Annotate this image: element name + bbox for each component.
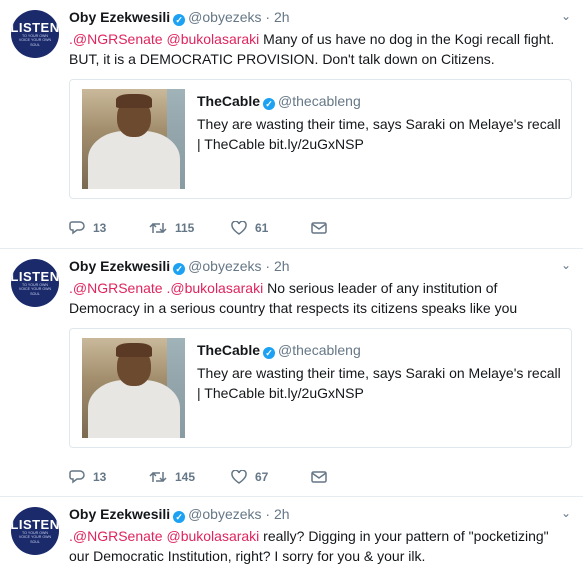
avatar-logo-text: LISTEN: [11, 268, 59, 284]
mention-link[interactable]: @bukolasaraki: [166, 31, 259, 47]
like-count: 67: [255, 470, 269, 484]
reply-count: 13: [93, 221, 107, 235]
author-name[interactable]: Oby Ezekwesili: [69, 258, 170, 274]
mention-link[interactable]: @bukolasaraki: [166, 528, 259, 544]
tweet-text: .@NGRSenate .@bukolasaraki No serious le…: [69, 278, 569, 318]
tweet-time[interactable]: · 2h: [265, 506, 289, 522]
verified-icon: ✓: [173, 511, 186, 523]
tweet-header: Oby Ezekwesili ✓ @obyezeks · 2h: [69, 8, 290, 26]
retweet-button[interactable]: 115: [149, 221, 231, 235]
card-thumbnail: [82, 89, 185, 189]
reply-icon: [69, 221, 85, 235]
like-button[interactable]: 61: [231, 221, 311, 235]
avatar-sub-text: TO YOUR OWN VOICE YOUR OWN SOUL: [18, 33, 52, 47]
verified-icon: ✓: [173, 263, 186, 275]
like-count: 61: [255, 221, 269, 235]
author-name[interactable]: Oby Ezekwesili: [69, 9, 170, 25]
envelope-icon: [311, 222, 327, 234]
dm-button[interactable]: [311, 470, 327, 484]
envelope-icon: [311, 471, 327, 483]
author-handle[interactable]: @obyezeks: [188, 506, 261, 522]
author-name[interactable]: Oby Ezekwesili: [69, 506, 170, 522]
tweet-actions: 13 145 67: [69, 468, 327, 486]
tweet[interactable]: LISTEN TO YOUR OWN VOICE YOUR OWN SOUL O…: [0, 249, 583, 497]
avatar[interactable]: LISTEN TO YOUR OWN VOICE YOUR OWN SOUL: [11, 10, 59, 58]
reply-button[interactable]: 13: [69, 470, 149, 484]
verified-icon: ✓: [173, 14, 186, 26]
mention-link[interactable]: .@bukolasaraki: [166, 280, 263, 296]
tweet-text: .@NGRSenate @bukolasaraki Many of us hav…: [69, 29, 569, 69]
reply-icon: [69, 470, 85, 484]
avatar[interactable]: LISTEN TO YOUR OWN VOICE YOUR OWN SOUL: [11, 259, 59, 307]
retweet-count: 145: [175, 470, 196, 484]
retweet-icon: [149, 471, 167, 483]
like-button[interactable]: 67: [231, 470, 311, 484]
author-handle[interactable]: @obyezeks: [188, 258, 261, 274]
tweet-time[interactable]: · 2h: [265, 258, 289, 274]
verified-icon: ✓: [263, 347, 276, 359]
tweet-header: Oby Ezekwesili ✓ @obyezeks · 2h: [69, 257, 290, 275]
tweet[interactable]: LISTEN TO YOUR OWN VOICE YOUR OWN SOUL O…: [0, 497, 583, 566]
chevron-down-icon[interactable]: ⌄: [561, 506, 571, 520]
heart-icon: [231, 221, 247, 235]
avatar[interactable]: LISTEN TO YOUR OWN VOICE YOUR OWN SOUL: [11, 507, 59, 555]
author-handle[interactable]: @obyezeks: [188, 9, 261, 25]
card-text: They are wasting their time, says Saraki…: [197, 116, 561, 152]
card-text: They are wasting their time, says Saraki…: [197, 365, 561, 401]
avatar-sub-text: TO YOUR OWN VOICE YOUR OWN SOUL: [18, 530, 52, 544]
link-card[interactable]: TheCable ✓ @thecableng They are wasting th…: [69, 328, 572, 448]
mention-link[interactable]: .@NGRSenate: [69, 280, 163, 296]
retweet-button[interactable]: 145: [149, 470, 231, 484]
chevron-down-icon[interactable]: ⌄: [561, 258, 571, 272]
avatar-logo-text: LISTEN: [11, 19, 59, 35]
retweet-icon: [149, 222, 167, 234]
tweet-text: .@NGRSenate @bukolasaraki really? Diggin…: [69, 526, 569, 566]
mention-link[interactable]: .@NGRSenate: [69, 528, 163, 544]
avatar-sub-text: TO YOUR OWN VOICE YOUR OWN SOUL: [18, 282, 52, 296]
tweet-header: Oby Ezekwesili ✓ @obyezeks · 2h: [69, 505, 290, 523]
tweet[interactable]: LISTEN TO YOUR OWN VOICE YOUR OWN SOUL O…: [0, 0, 583, 249]
card-author-handle: @thecableng: [278, 342, 361, 358]
tweet-time[interactable]: · 2h: [265, 9, 289, 25]
reply-button[interactable]: 13: [69, 221, 149, 235]
chevron-down-icon[interactable]: ⌄: [561, 9, 571, 23]
verified-icon: ✓: [263, 98, 276, 110]
tweet-actions: 13 115 61: [69, 219, 327, 237]
card-author-name: TheCable: [197, 93, 261, 109]
card-thumbnail: [82, 338, 185, 438]
mention-link[interactable]: .@NGRSenate: [69, 31, 163, 47]
card-author-name: TheCable: [197, 342, 261, 358]
retweet-count: 115: [175, 221, 195, 235]
heart-icon: [231, 470, 247, 484]
avatar-logo-text: LISTEN: [11, 516, 59, 532]
link-card[interactable]: TheCable ✓ @thecableng They are wasting th…: [69, 79, 572, 199]
dm-button[interactable]: [311, 221, 327, 235]
reply-count: 13: [93, 470, 107, 484]
card-author-handle: @thecableng: [278, 93, 361, 109]
